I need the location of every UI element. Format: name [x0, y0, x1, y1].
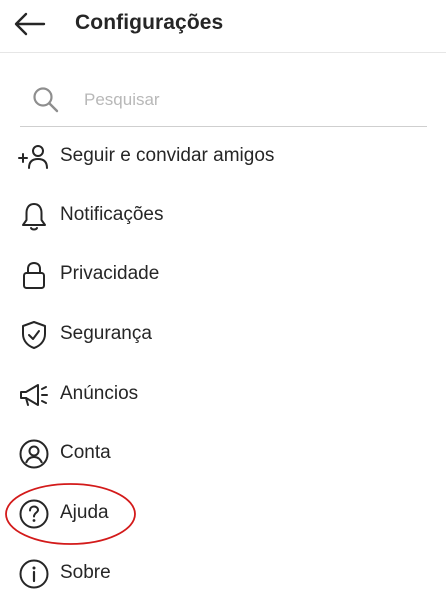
back-button[interactable] — [8, 6, 52, 42]
lock-icon — [23, 261, 45, 289]
info-icon — [19, 559, 49, 589]
search-input[interactable] — [82, 87, 406, 113]
bell-icon — [22, 203, 46, 231]
page-title: Configurações — [75, 11, 224, 34]
menu-item-about[interactable]: Sobre — [14, 550, 434, 598]
menu-item-label: Seguir e convidar amigos — [60, 145, 275, 166]
menu-item-label: Sobre — [60, 562, 111, 583]
account-circle-icon — [19, 439, 49, 469]
menu-item-label: Segurança — [60, 323, 152, 344]
menu-item-notifications[interactable]: Notificações — [14, 192, 434, 240]
menu-item-label: Notificações — [60, 204, 164, 225]
megaphone-icon — [20, 384, 48, 406]
back-arrow-icon — [14, 12, 46, 36]
menu-item-privacy[interactable]: Privacidade — [14, 251, 434, 299]
menu-item-label: Conta — [60, 442, 111, 463]
search-icon — [33, 87, 59, 113]
menu-item-label: Privacidade — [60, 263, 160, 284]
menu-item-account[interactable]: Conta — [14, 430, 434, 478]
menu-item-security[interactable]: Segurança — [14, 311, 434, 359]
menu-item-ads[interactable]: Anúncios — [14, 371, 434, 419]
add-person-icon — [18, 145, 48, 169]
menu-item-label: Anúncios — [60, 383, 139, 404]
shield-check-icon — [22, 321, 46, 349]
app-header: Configurações — [0, 0, 446, 53]
menu-item-follow-invite[interactable]: Seguir e convidar amigos — [14, 133, 434, 181]
highlight-ellipse — [5, 483, 136, 545]
search-bar[interactable] — [20, 76, 427, 127]
